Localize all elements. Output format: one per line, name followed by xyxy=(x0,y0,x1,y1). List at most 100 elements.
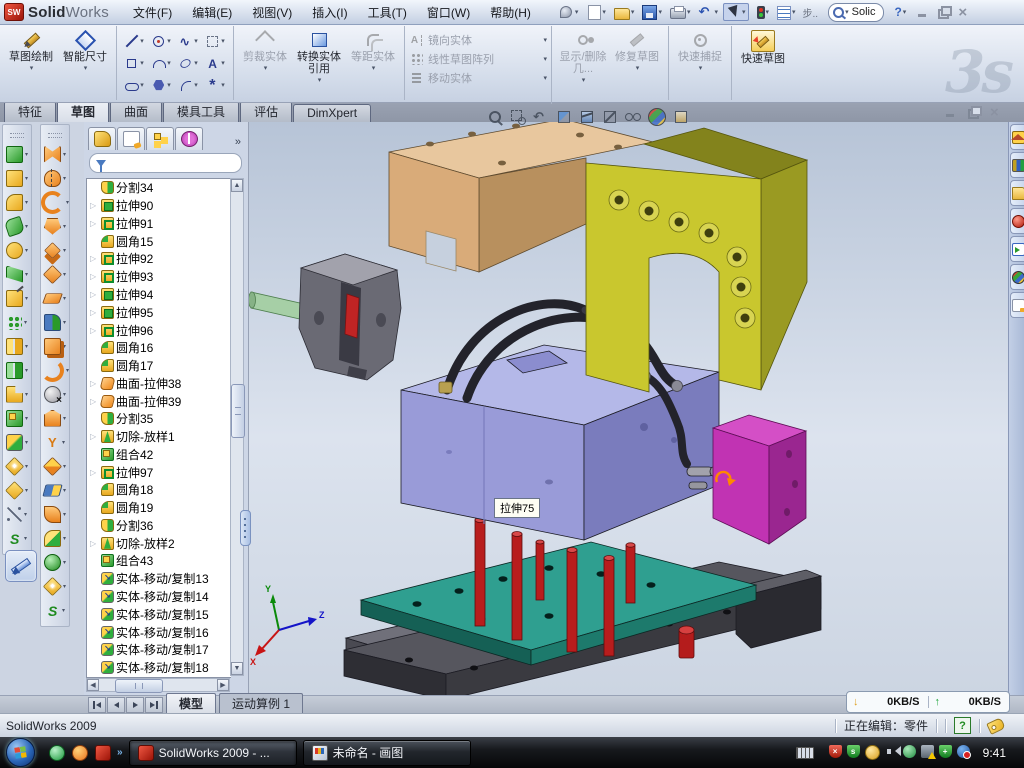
sketch-entity-button[interactable] xyxy=(202,74,229,96)
extend-surface-icon[interactable] xyxy=(41,214,69,238)
expand-arrow-icon[interactable] xyxy=(90,468,99,477)
traffic-light-icon[interactable] xyxy=(751,4,773,21)
expand-arrow-icon[interactable] xyxy=(90,432,99,441)
model-tab[interactable]: 模型 xyxy=(166,693,216,714)
insert-block[interactable] xyxy=(713,415,806,544)
tree-item[interactable]: 实体-移动/复制18 xyxy=(87,659,231,677)
swept-surface-icon[interactable] xyxy=(41,142,69,166)
tree-item[interactable]: 组合43 xyxy=(87,552,231,570)
tree-filter-box[interactable] xyxy=(89,153,242,173)
close-button[interactable] xyxy=(956,6,970,18)
taskbar-task-button[interactable]: SolidWorks 2009 - ... xyxy=(129,740,297,766)
tree-item[interactable]: 曲面-拉伸38 xyxy=(87,374,231,392)
revolve-boss-icon[interactable] xyxy=(3,238,31,262)
sketch-entity-button[interactable] xyxy=(121,74,148,96)
design-library-icon[interactable] xyxy=(1010,152,1024,178)
loft-boss-icon[interactable] xyxy=(3,262,31,286)
sketch-entity-button[interactable] xyxy=(121,52,148,74)
tree-horizontal-scrollbar[interactable]: ◀ ▶ xyxy=(86,678,230,692)
shell-tool-icon[interactable] xyxy=(3,286,31,310)
display-style-icon[interactable] xyxy=(602,109,618,125)
fillet-tool-icon[interactable] xyxy=(3,190,31,214)
ribbon-button[interactable]: 剪裁实体 xyxy=(238,28,292,72)
dimxpert-manager-tab[interactable] xyxy=(175,127,203,150)
antivirus-shield-icon[interactable] xyxy=(847,745,860,758)
save-icon[interactable] xyxy=(639,3,665,22)
ribbon-button[interactable]: 草图绘制 xyxy=(4,28,58,72)
trim-surface-icon[interactable] xyxy=(41,478,69,502)
menu-item[interactable]: 窗口(W) xyxy=(417,1,480,24)
home-icon[interactable] xyxy=(1010,124,1024,150)
tree-item[interactable]: 拉伸92 xyxy=(87,250,231,268)
lofted-surface-icon[interactable] xyxy=(41,238,69,262)
appearances-icon[interactable] xyxy=(1010,264,1024,290)
command-tab[interactable]: DimXpert xyxy=(293,104,371,122)
sketch-entity-button[interactable] xyxy=(148,52,175,74)
scroll-down-button[interactable]: ▼ xyxy=(231,662,243,675)
view-settings-icon[interactable] xyxy=(673,109,689,125)
untrim-surface-icon[interactable] xyxy=(41,502,69,526)
chevron-down-icon[interactable] xyxy=(845,8,849,16)
delete-face-icon[interactable] xyxy=(41,382,69,406)
tree-item[interactable]: 拉伸97 xyxy=(87,463,231,481)
scroll-thumb[interactable] xyxy=(115,679,163,693)
swept-boss-icon[interactable] xyxy=(3,214,31,238)
doc-close-button[interactable] xyxy=(988,106,1002,118)
taskbar-task-button[interactable]: 未命名 - 画图 xyxy=(303,740,471,766)
tree-item[interactable]: 拉伸95 xyxy=(87,303,231,321)
curve-tool-icon[interactable] xyxy=(3,502,31,526)
ribbon-button[interactable]: 智能尺寸 xyxy=(58,28,112,72)
zoom-fit-icon[interactable] xyxy=(487,109,503,125)
ribbon-button[interactable]: 转换实体引用 xyxy=(292,28,346,84)
sketch-entity-button[interactable] xyxy=(175,74,202,96)
mirror-feature-icon[interactable] xyxy=(3,382,31,406)
open-file-icon[interactable] xyxy=(611,3,638,22)
solidworks-icon[interactable] xyxy=(95,745,111,761)
move-copy-body-icon[interactable] xyxy=(3,430,31,454)
sync-icon[interactable] xyxy=(903,745,916,758)
command-tab[interactable]: 特征 xyxy=(4,101,56,122)
expand-arrow-icon[interactable] xyxy=(90,379,99,388)
expand-arrow-icon[interactable] xyxy=(90,201,99,210)
sketch-entity-button[interactable] xyxy=(202,30,229,52)
keyboard-layout-icon[interactable] xyxy=(796,747,814,759)
last-tab-button[interactable] xyxy=(145,697,163,713)
core-insert[interactable] xyxy=(249,254,401,380)
tree-item[interactable]: 切除-放样2 xyxy=(87,534,231,552)
tree-item[interactable]: 曲面-拉伸39 xyxy=(87,392,231,410)
model-tab[interactable]: 运动算例 1 xyxy=(219,693,303,714)
tree-item[interactable]: 圆角18 xyxy=(87,481,231,499)
tree-item[interactable]: 分割34 xyxy=(87,179,231,197)
sketch-entity-button[interactable] xyxy=(175,30,202,52)
sketch-entity-button[interactable] xyxy=(148,74,175,96)
extend-tool-icon[interactable] xyxy=(41,454,69,478)
extrude-boss-icon[interactable] xyxy=(3,142,31,166)
badge-icon[interactable] xyxy=(865,745,880,760)
expand-arrow-icon[interactable] xyxy=(90,397,99,406)
graphics-viewport[interactable]: Y Z X xyxy=(248,122,1008,695)
tree-item[interactable]: 圆角17 xyxy=(87,357,231,375)
tree-item[interactable]: 实体-移动/复制17 xyxy=(87,641,231,659)
zoom-area-icon[interactable] xyxy=(510,109,526,125)
safety-ball-icon[interactable] xyxy=(72,745,88,761)
tree-item[interactable]: 实体-移动/复制16 xyxy=(87,623,231,641)
expand-arrow-icon[interactable] xyxy=(90,290,99,299)
expand-arrow-icon[interactable] xyxy=(90,539,99,548)
ribbon-button[interactable]: 快速捕捉 xyxy=(673,28,727,72)
health-shield-icon[interactable] xyxy=(939,745,952,758)
network-warning-icon[interactable] xyxy=(921,745,934,758)
command-tab[interactable]: 草图 xyxy=(57,100,109,122)
tree-item[interactable]: 拉伸93 xyxy=(87,268,231,286)
doc-restore-button[interactable] xyxy=(966,106,980,118)
ribbon-row-button[interactable]: 移动实体 xyxy=(409,70,547,86)
filled-surface-icon[interactable] xyxy=(41,310,69,334)
projected-curve-icon[interactable] xyxy=(41,598,69,622)
tree-item[interactable]: 切除-放样1 xyxy=(87,428,231,446)
hide-show-items-icon[interactable] xyxy=(625,109,641,125)
tree-item[interactable]: 实体-移动/复制15 xyxy=(87,605,231,623)
tree-item[interactable]: 分割36 xyxy=(87,517,231,535)
ribbon-button[interactable]: 修复草图 xyxy=(610,28,664,72)
extrude-cut-icon[interactable] xyxy=(3,166,31,190)
configuration-manager-tab[interactable] xyxy=(146,127,174,150)
search-box[interactable]: Solic xyxy=(828,3,884,22)
